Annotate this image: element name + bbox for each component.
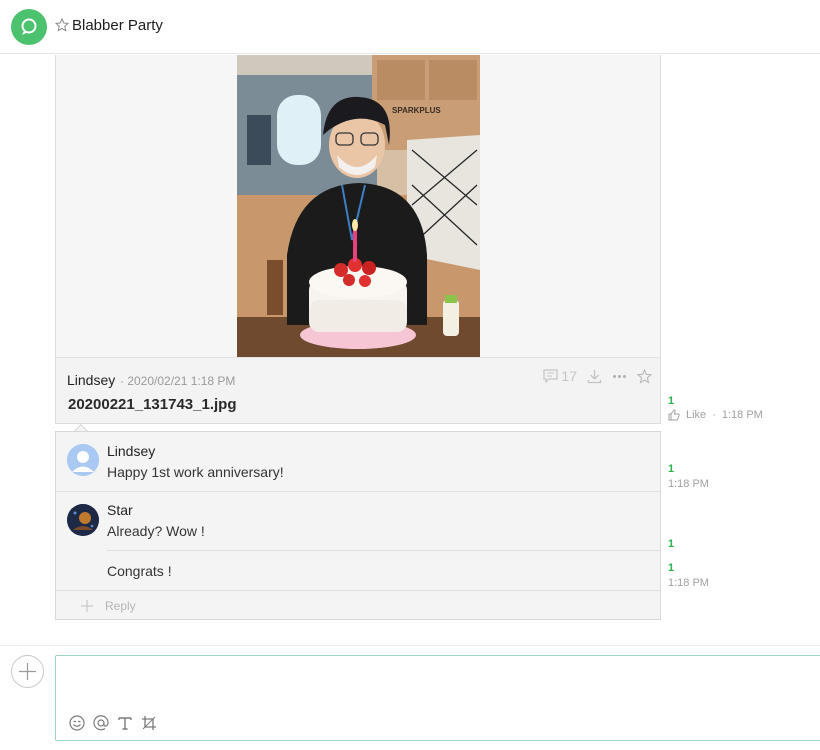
crop-icon[interactable] bbox=[140, 714, 158, 732]
plus-icon bbox=[19, 663, 36, 680]
reply-divider bbox=[56, 590, 660, 591]
photo-sign-text: SPARKPLUS bbox=[392, 106, 441, 115]
plus-icon bbox=[81, 600, 93, 612]
reply-author[interactable]: Star bbox=[107, 502, 133, 518]
comment-icon bbox=[543, 369, 559, 383]
more-button[interactable] bbox=[612, 369, 627, 384]
like-row: Like · 1:18 PM bbox=[668, 409, 763, 421]
mention-icon[interactable] bbox=[92, 714, 110, 732]
comment-button[interactable]: 17 bbox=[543, 368, 577, 384]
reply-text: Congrats ! bbox=[107, 563, 172, 579]
download-button[interactable] bbox=[587, 369, 602, 384]
chat-header: Blabber Party bbox=[0, 0, 820, 54]
reply-time: 1:18 PM bbox=[668, 577, 709, 589]
star-outline-icon bbox=[637, 368, 652, 384]
shared-photo[interactable]: SPARKPLUS bbox=[237, 55, 480, 357]
reply-divider bbox=[56, 491, 660, 492]
avatar[interactable] bbox=[67, 504, 99, 536]
unread-count: 1 bbox=[668, 538, 675, 550]
attach-button[interactable] bbox=[11, 655, 44, 688]
like-button[interactable]: Like bbox=[686, 409, 706, 421]
emoji-icon[interactable] bbox=[68, 714, 86, 732]
reply-text: Happy 1st work anniversary! bbox=[107, 464, 284, 480]
reply-text: Already? Wow ! bbox=[107, 523, 205, 539]
file-name[interactable]: 20200221_131743_1.jpg bbox=[68, 396, 236, 413]
message-timestamp: · 2020/02/21 1:18 PM bbox=[120, 374, 236, 388]
unread-count: 1 bbox=[668, 463, 675, 475]
text-format-icon[interactable] bbox=[116, 714, 134, 732]
thumbs-up-icon[interactable] bbox=[668, 409, 680, 421]
replies-panel: Lindsey Happy 1st work anniversary! Star… bbox=[55, 431, 661, 620]
file-info-bar: Lindsey · 2020/02/21 1:18 PM 20200221_13… bbox=[56, 357, 660, 423]
comment-count: 17 bbox=[561, 368, 577, 384]
avatar[interactable] bbox=[67, 444, 99, 476]
unread-count: 1 bbox=[668, 395, 675, 407]
chat-bubble-icon[interactable] bbox=[11, 9, 47, 45]
message-input[interactable] bbox=[55, 655, 820, 741]
file-message-card[interactable]: SPARKPLUS Lindsey · 2020/02/21 1:18 PM 2… bbox=[55, 55, 661, 424]
message-actions: 17 bbox=[533, 368, 652, 384]
composer-separator bbox=[0, 645, 820, 646]
star-outline-icon[interactable] bbox=[55, 18, 69, 32]
reply-divider bbox=[107, 550, 660, 551]
reply-button[interactable]: Reply bbox=[81, 599, 136, 613]
message-sender[interactable]: Lindsey bbox=[67, 372, 115, 388]
reply-author[interactable]: Lindsey bbox=[107, 443, 155, 459]
more-icon bbox=[613, 374, 626, 378]
unread-count: 1 bbox=[668, 562, 675, 574]
download-icon bbox=[587, 369, 602, 383]
favorite-button[interactable] bbox=[637, 368, 652, 384]
room-title: Blabber Party bbox=[72, 17, 163, 34]
reply-time: 1:18 PM bbox=[668, 478, 709, 490]
reply-label: Reply bbox=[105, 599, 136, 613]
like-time: 1:18 PM bbox=[721, 409, 763, 421]
separator-dot: · bbox=[712, 409, 716, 421]
